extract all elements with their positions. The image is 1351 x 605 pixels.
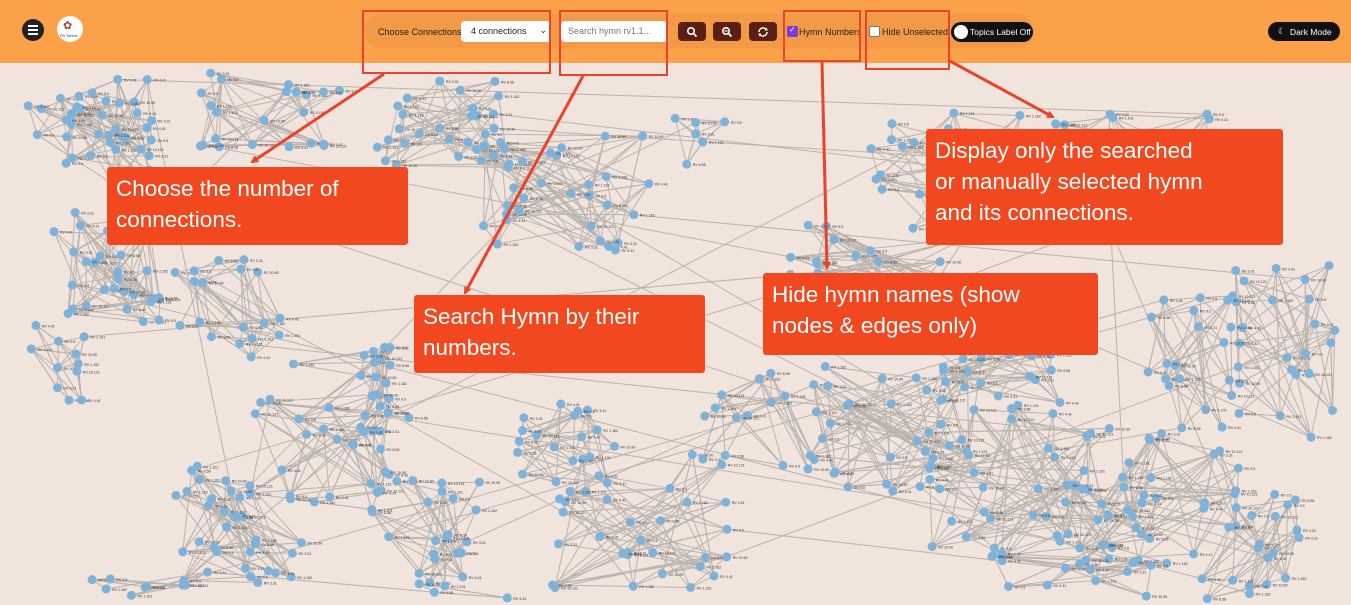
callout-line: connections. — [116, 207, 243, 232]
callout-line: Hide hymn names (show — [772, 282, 1020, 307]
callout-line: numbers. — [423, 335, 517, 360]
callout-hide-hymn-names: Hide hymn names (show nodes & edges only… — [763, 273, 1098, 355]
callout-line: or manually selected hymn — [935, 169, 1203, 194]
callout-search-hymn: Search Hymn by their numbers. — [414, 295, 705, 373]
callout-line: Search Hymn by their — [423, 304, 640, 329]
callout-line: nodes & edges only) — [772, 313, 978, 338]
callout-display-only-selected: Display only the searched or manually se… — [926, 129, 1283, 245]
callout-choose-connections: Choose the number of connections. — [107, 167, 408, 245]
callout-line: Display only the searched — [935, 138, 1193, 163]
callout-line: and its connections. — [935, 200, 1134, 225]
arrow-search — [463, 75, 585, 295]
arrow-display-only — [947, 58, 1055, 119]
arrow-hide-names — [820, 61, 831, 270]
arrow-connections — [250, 72, 385, 164]
callout-line: Choose the number of — [116, 176, 339, 201]
